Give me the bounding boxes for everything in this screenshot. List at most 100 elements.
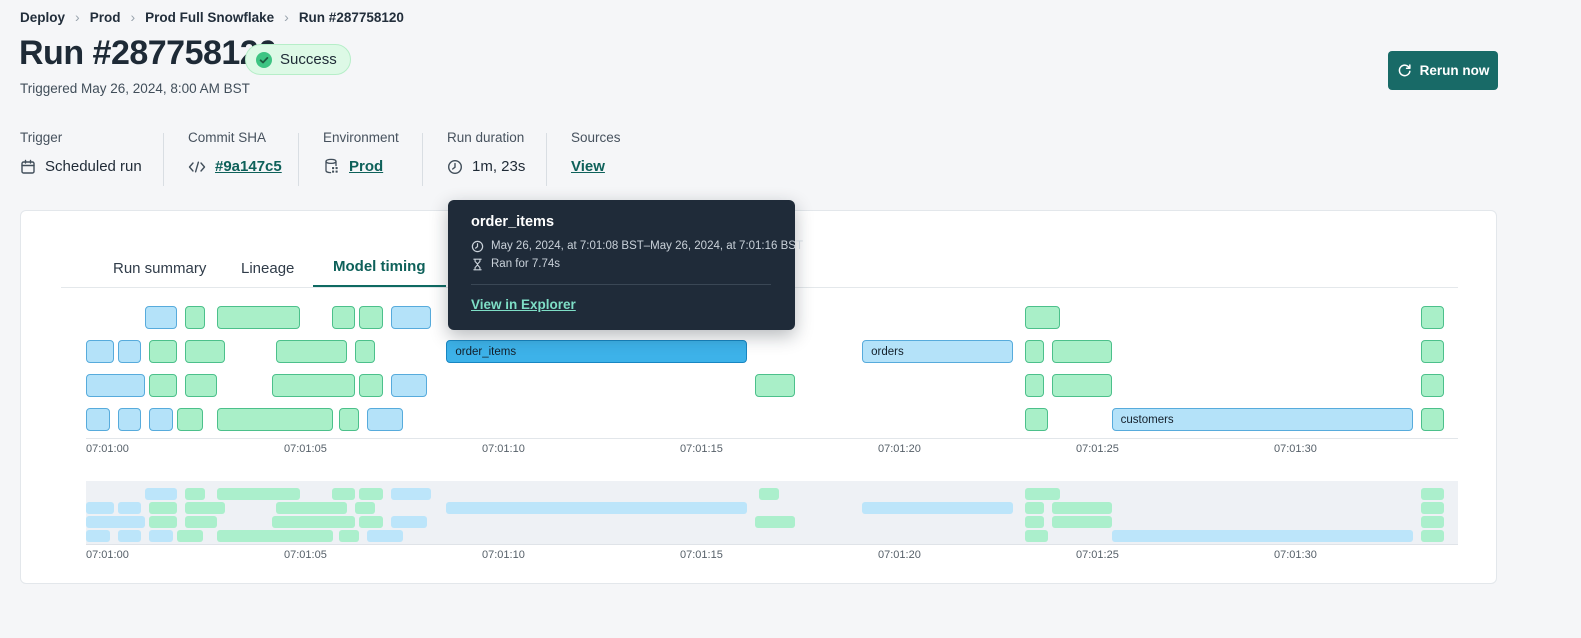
overview-bar bbox=[149, 530, 174, 542]
gantt-bar[interactable] bbox=[149, 340, 178, 363]
gantt-bar[interactable] bbox=[1420, 306, 1445, 329]
gantt-bar[interactable] bbox=[216, 306, 300, 329]
overview-bar bbox=[185, 516, 217, 528]
gantt-bar[interactable] bbox=[86, 408, 110, 431]
code-icon bbox=[188, 160, 206, 174]
overview-bar bbox=[339, 530, 360, 542]
gantt-bar[interactable] bbox=[390, 374, 427, 397]
gantt-bar[interactable] bbox=[86, 374, 146, 397]
gantt-bar[interactable] bbox=[359, 374, 383, 397]
chevron-right-icon: › bbox=[130, 9, 136, 25]
gantt-bar[interactable] bbox=[1052, 374, 1112, 397]
gantt-bar[interactable] bbox=[185, 340, 225, 363]
overview-bar bbox=[1420, 530, 1445, 542]
overview-bar bbox=[1052, 516, 1112, 528]
overview-bar bbox=[1420, 502, 1445, 514]
overview-tick-label: 07:01:20 bbox=[878, 549, 921, 561]
gantt-bar[interactable] bbox=[185, 374, 217, 397]
gantt-bar[interactable] bbox=[185, 306, 205, 329]
overview-bar bbox=[1111, 530, 1413, 542]
gantt-bar[interactable] bbox=[177, 408, 203, 431]
gantt-bar[interactable] bbox=[367, 408, 403, 431]
overview-bar bbox=[86, 502, 114, 514]
commit-sha-link[interactable]: #9a147c5 bbox=[215, 158, 282, 175]
x-axis-line bbox=[86, 438, 1458, 439]
gantt-bar-customers[interactable]: customers bbox=[1111, 408, 1413, 431]
page-title: Run #287758120 bbox=[19, 34, 277, 72]
breadcrumb-item-prod[interactable]: Prod bbox=[90, 10, 121, 25]
gantt-bar[interactable] bbox=[1024, 408, 1049, 431]
gantt-bar[interactable] bbox=[331, 306, 356, 329]
x-axis-tick-label: 07:01:20 bbox=[878, 443, 921, 455]
gantt-bar[interactable] bbox=[149, 374, 178, 397]
gantt-bar[interactable] bbox=[145, 306, 178, 329]
sources-view-link[interactable]: View bbox=[571, 158, 605, 175]
rerun-now-label: Rerun now bbox=[1419, 63, 1490, 78]
overview-tick-label: 07:01:10 bbox=[482, 549, 525, 561]
gantt-bar[interactable] bbox=[1024, 374, 1045, 397]
gantt-bar[interactable] bbox=[1420, 408, 1445, 431]
overview-bar bbox=[759, 488, 779, 500]
overview-bar bbox=[1024, 516, 1045, 528]
divider bbox=[471, 284, 771, 285]
gantt-bar[interactable] bbox=[149, 408, 174, 431]
overview-bar bbox=[117, 502, 142, 514]
gantt-bar[interactable] bbox=[1420, 374, 1445, 397]
view-in-explorer-link[interactable]: View in Explorer bbox=[471, 297, 576, 312]
tooltip-duration: Ran for 7.74s bbox=[491, 258, 561, 270]
gantt-bar-label: customers bbox=[1120, 413, 1174, 426]
gantt-bar-order_items[interactable]: order_items bbox=[446, 340, 748, 363]
gantt-bar[interactable] bbox=[86, 340, 114, 363]
gantt-bar[interactable] bbox=[276, 340, 348, 363]
gantt-bar[interactable] bbox=[117, 340, 142, 363]
gantt-bar[interactable] bbox=[1024, 340, 1045, 363]
breadcrumb-item-job[interactable]: Prod Full Snowflake bbox=[145, 10, 274, 25]
gantt-bar[interactable] bbox=[117, 408, 142, 431]
meta-trigger-label: Trigger bbox=[20, 130, 63, 145]
overview-tick-label: 07:01:25 bbox=[1076, 549, 1119, 561]
overview-bar bbox=[446, 502, 748, 514]
rerun-now-button[interactable]: Rerun now bbox=[1388, 51, 1498, 90]
gantt-bar[interactable] bbox=[390, 306, 431, 329]
gantt-bar[interactable] bbox=[355, 340, 376, 363]
gantt-bar[interactable] bbox=[339, 408, 360, 431]
overview-bar bbox=[331, 488, 356, 500]
overview-bar bbox=[862, 502, 1013, 514]
warehouse-icon bbox=[323, 158, 340, 175]
overview-bar bbox=[1024, 502, 1045, 514]
gantt-bar[interactable] bbox=[755, 374, 795, 397]
overview-tick-label: 07:01:05 bbox=[284, 549, 327, 561]
overview-bar bbox=[145, 488, 178, 500]
overview-bar bbox=[359, 516, 383, 528]
overview-bar bbox=[359, 488, 383, 500]
meta-trigger-value: Scheduled run bbox=[45, 158, 142, 175]
x-axis-tick-label: 07:01:15 bbox=[680, 443, 723, 455]
meta-duration-label: Run duration bbox=[447, 130, 525, 145]
tooltip-time-range: May 26, 2024, at 7:01:08 BST–May 26, 202… bbox=[491, 240, 803, 252]
chevron-right-icon: › bbox=[75, 9, 80, 25]
gantt-bar[interactable] bbox=[359, 306, 383, 329]
gantt-bar[interactable] bbox=[272, 374, 356, 397]
gantt-bar[interactable] bbox=[1024, 306, 1061, 329]
overview-tick-label: 07:01:00 bbox=[86, 549, 129, 561]
check-circle-icon bbox=[255, 51, 273, 69]
overview-bar bbox=[216, 488, 300, 500]
breadcrumb-item-run[interactable]: Run #287758120 bbox=[299, 10, 404, 25]
run-meta-bar: Trigger Scheduled run Commit SHA #9a147c… bbox=[0, 130, 1581, 190]
overview-bar bbox=[390, 516, 427, 528]
meta-sources-label: Sources bbox=[571, 130, 621, 145]
overview-bar bbox=[185, 488, 205, 500]
gantt-bar-orders[interactable]: orders bbox=[862, 340, 1013, 363]
gantt-bar[interactable] bbox=[1420, 340, 1445, 363]
overview-bar bbox=[755, 516, 795, 528]
gantt-bar[interactable] bbox=[216, 408, 334, 431]
overview-bar bbox=[86, 530, 110, 542]
divider bbox=[163, 133, 164, 186]
overview-bar bbox=[1024, 488, 1061, 500]
meta-run-duration: Run duration 1m, 23s bbox=[447, 130, 525, 175]
overview-bar bbox=[149, 516, 178, 528]
breadcrumb-item-deploy[interactable]: Deploy bbox=[20, 10, 65, 25]
environment-link[interactable]: Prod bbox=[349, 158, 383, 175]
gantt-bar[interactable] bbox=[1052, 340, 1112, 363]
overview-bar bbox=[276, 502, 348, 514]
